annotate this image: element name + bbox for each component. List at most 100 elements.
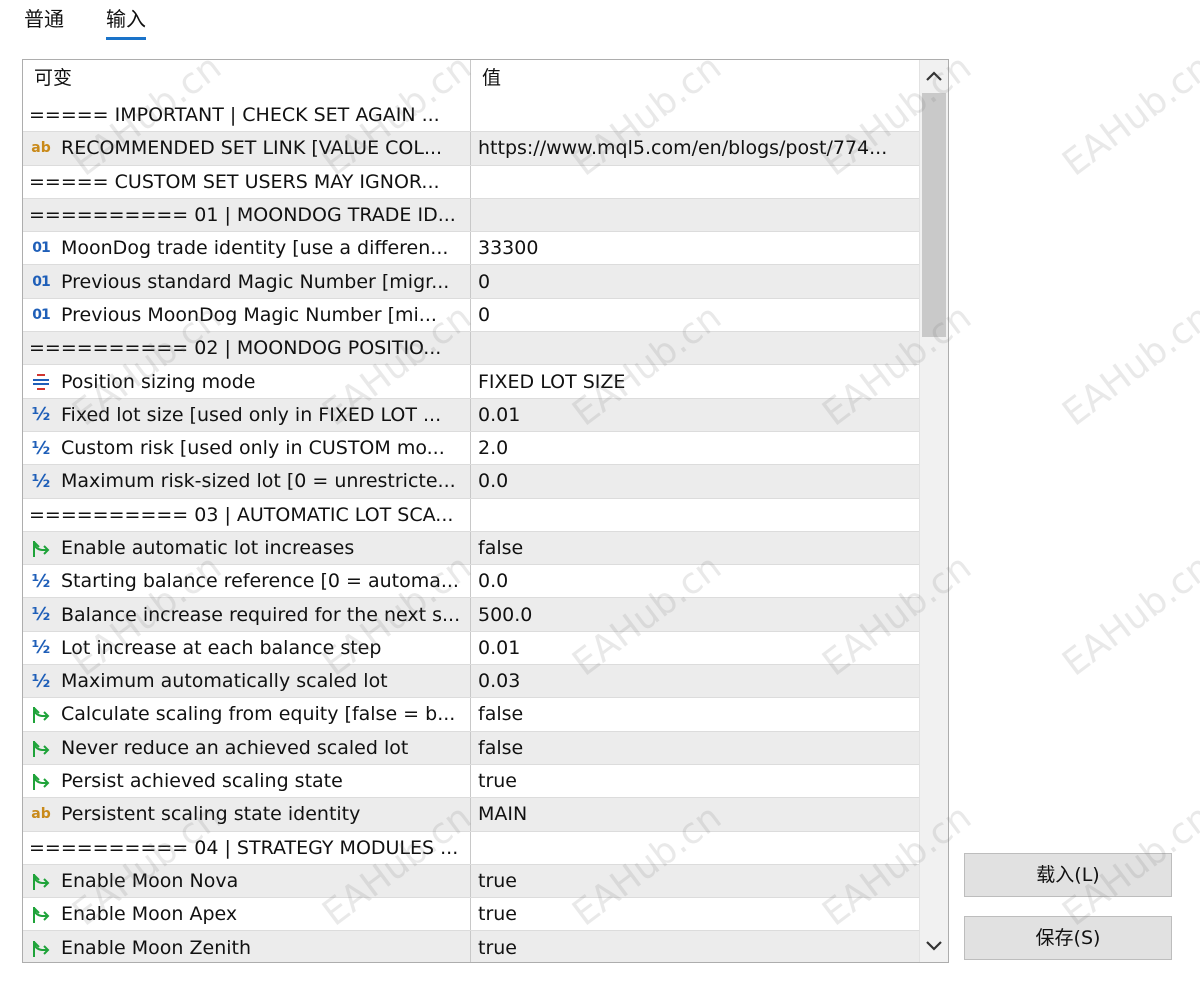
table-row[interactable]: ========== 04 | STRATEGY MODULES ... bbox=[23, 831, 919, 865]
value-cell[interactable]: false bbox=[471, 698, 919, 730]
value-cell[interactable]: 33300 bbox=[471, 232, 919, 264]
table-row[interactable]: ab Persistent scaling state identity MAIN bbox=[23, 798, 919, 832]
variable-cell[interactable]: ===== CUSTOM SET USERS MAY IGNOR... bbox=[23, 165, 471, 198]
icon-glyph: ½ bbox=[31, 570, 51, 592]
value-cell[interactable] bbox=[471, 499, 919, 531]
value-cell[interactable]: true bbox=[471, 898, 919, 930]
value-cell[interactable] bbox=[471, 832, 919, 864]
variable-cell[interactable]: Persist achieved scaling state bbox=[23, 764, 471, 798]
table-row[interactable]: 01 MoonDog trade identity [use a differen… bbox=[23, 232, 919, 266]
variable-cell[interactable]: ========== 02 | MOONDOG POSITIO... bbox=[23, 332, 471, 365]
value-cell[interactable]: 0.03 bbox=[471, 665, 919, 697]
value-cell[interactable]: false bbox=[471, 732, 919, 764]
table-row[interactable]: ========== 02 | MOONDOG POSITIO... bbox=[23, 332, 919, 366]
variable-cell[interactable]: ½ Custom risk [used only in CUSTOM mo... bbox=[23, 431, 471, 465]
column-header-value[interactable]: 值 bbox=[471, 60, 919, 99]
column-header-variable[interactable]: 可变 bbox=[23, 60, 471, 99]
variable-cell[interactable]: ab Persistent scaling state identity bbox=[23, 798, 471, 831]
table-row[interactable]: ½ Balance increase required for the next … bbox=[23, 598, 919, 632]
variable-cell[interactable]: Never reduce an achieved scaled lot bbox=[23, 731, 471, 764]
table-row[interactable]: ab RECOMMENDED SET LINK [VALUE COL... http… bbox=[23, 132, 919, 166]
table-row[interactable]: 01 Previous standard Magic Number [migr..… bbox=[23, 265, 919, 299]
value-cell[interactable]: true bbox=[471, 765, 919, 797]
table-row[interactable]: ½ Fixed lot size [used only in FIXED LOT … bbox=[23, 398, 919, 432]
variable-cell[interactable]: Position sizing mode bbox=[23, 365, 471, 398]
value-cell[interactable] bbox=[471, 199, 919, 231]
table-row[interactable]: Persist achieved scaling state true bbox=[23, 764, 919, 799]
vertical-scrollbar[interactable] bbox=[919, 60, 948, 962]
save-button[interactable]: 保存(S) bbox=[964, 916, 1172, 960]
table-row[interactable]: Enable Moon Nova true bbox=[23, 864, 919, 899]
variable-cell[interactable]: ========== 04 | STRATEGY MODULES ... bbox=[23, 831, 471, 864]
scrollbar-thumb[interactable] bbox=[922, 93, 946, 337]
variable-name: Never reduce an achieved scaled lot bbox=[61, 736, 409, 759]
variable-cell[interactable]: ½ Fixed lot size [used only in FIXED LOT … bbox=[23, 398, 471, 431]
table-row[interactable]: Position sizing mode FIXED LOT SIZE bbox=[23, 365, 919, 399]
variable-cell[interactable]: Enable Moon Apex bbox=[23, 898, 471, 931]
table-row[interactable]: ½ Custom risk [used only in CUSTOM mo... 2… bbox=[23, 431, 919, 466]
variable-value: false bbox=[478, 703, 524, 726]
tab-inputs[interactable]: 输入 bbox=[106, 6, 146, 40]
value-cell[interactable]: false bbox=[471, 532, 919, 564]
table-row[interactable]: Enable Moon Apex true bbox=[23, 898, 919, 932]
table-row[interactable]: ½ Maximum risk-sized lot [0 = unrestricte… bbox=[23, 465, 919, 499]
value-cell[interactable]: 0 bbox=[471, 299, 919, 331]
variable-cell[interactable]: ½ Maximum risk-sized lot [0 = unrestricte… bbox=[23, 465, 471, 498]
table-row[interactable]: ½ Lot increase at each balance step 0.01 bbox=[23, 631, 919, 666]
variable-cell[interactable]: 01 Previous MoonDog Magic Number [mi... bbox=[23, 298, 471, 332]
scroll-up-icon[interactable] bbox=[920, 60, 948, 92]
variable-cell[interactable]: ½ Starting balance reference [0 = automa.… bbox=[23, 565, 471, 598]
variable-cell[interactable]: ===== IMPORTANT | CHECK SET AGAIN ... bbox=[23, 99, 471, 132]
table-row[interactable]: Calculate scaling from equity [false = b… bbox=[23, 698, 919, 732]
value-cell[interactable]: true bbox=[471, 865, 919, 897]
variable-cell[interactable]: ab RECOMMENDED SET LINK [VALUE COL... bbox=[23, 132, 471, 165]
variable-value: 0.0 bbox=[478, 570, 509, 593]
variable-cell[interactable]: ========== 03 | AUTOMATIC LOT SCA... bbox=[23, 498, 471, 531]
table-row[interactable]: ===== CUSTOM SET USERS MAY IGNOR... bbox=[23, 165, 919, 199]
value-cell[interactable]: 0.01 bbox=[471, 632, 919, 664]
variable-cell[interactable]: ½ Lot increase at each balance step bbox=[23, 631, 471, 665]
icon-glyph: ½ bbox=[31, 404, 51, 426]
table-row[interactable]: Enable automatic lot increases false bbox=[23, 531, 919, 566]
variable-cell[interactable]: ½ Balance increase required for the next … bbox=[23, 598, 471, 631]
bool-icon bbox=[29, 869, 53, 893]
table-row[interactable]: 01 Previous MoonDog Magic Number [mi... 0 bbox=[23, 298, 919, 333]
table-row[interactable]: ½ Starting balance reference [0 = automa.… bbox=[23, 565, 919, 599]
tab-general[interactable]: 普通 bbox=[24, 6, 64, 32]
table-row[interactable]: ========== 01 | MOONDOG TRADE ID... bbox=[23, 198, 919, 233]
value-cell[interactable]: https://www.mql5.com/en/blogs/post/774..… bbox=[471, 132, 919, 164]
value-cell[interactable] bbox=[471, 99, 919, 131]
scroll-down-icon[interactable] bbox=[920, 930, 948, 962]
variable-name: Starting balance reference [0 = automa..… bbox=[61, 570, 459, 593]
table-row[interactable]: ½ Maximum automatically scaled lot 0.03 bbox=[23, 665, 919, 699]
variable-name: MoonDog trade identity [use a differen..… bbox=[61, 237, 449, 260]
variable-cell[interactable]: Enable automatic lot increases bbox=[23, 531, 471, 565]
variable-name: Lot increase at each balance step bbox=[61, 636, 382, 659]
value-cell[interactable]: 500.0 bbox=[471, 598, 919, 630]
variable-cell[interactable]: Enable Moon Zenith bbox=[23, 931, 471, 962]
value-cell[interactable]: 0.01 bbox=[471, 399, 919, 431]
variable-name: Previous MoonDog Magic Number [mi... bbox=[61, 303, 437, 326]
value-cell[interactable]: 0 bbox=[471, 265, 919, 297]
variable-cell[interactable]: 01 Previous standard Magic Number [migr..… bbox=[23, 265, 471, 298]
table-row[interactable]: ========== 03 | AUTOMATIC LOT SCA... bbox=[23, 498, 919, 532]
variable-cell[interactable]: 01 MoonDog trade identity [use a differen… bbox=[23, 232, 471, 265]
variable-cell[interactable]: Enable Moon Nova bbox=[23, 864, 471, 898]
table-row[interactable]: Enable Moon Zenith true bbox=[23, 931, 919, 962]
variable-value: true bbox=[478, 770, 517, 793]
table-row[interactable]: Never reduce an achieved scaled lot false bbox=[23, 731, 919, 765]
load-button[interactable]: 载入(L) bbox=[964, 853, 1172, 897]
value-cell[interactable]: 0.0 bbox=[471, 565, 919, 597]
value-cell[interactable]: 2.0 bbox=[471, 432, 919, 464]
variable-cell[interactable]: ========== 01 | MOONDOG TRADE ID... bbox=[23, 198, 471, 232]
value-cell[interactable] bbox=[471, 332, 919, 364]
icon-glyph: ½ bbox=[31, 437, 51, 459]
value-cell[interactable] bbox=[471, 166, 919, 198]
value-cell[interactable]: MAIN bbox=[471, 798, 919, 830]
variable-cell[interactable]: Calculate scaling from equity [false = b… bbox=[23, 698, 471, 731]
variable-cell[interactable]: ½ Maximum automatically scaled lot bbox=[23, 665, 471, 698]
table-row[interactable]: ===== IMPORTANT | CHECK SET AGAIN ... bbox=[23, 99, 919, 133]
value-cell[interactable]: 0.0 bbox=[471, 465, 919, 497]
value-cell[interactable]: true bbox=[471, 931, 919, 962]
value-cell[interactable]: FIXED LOT SIZE bbox=[471, 365, 919, 397]
